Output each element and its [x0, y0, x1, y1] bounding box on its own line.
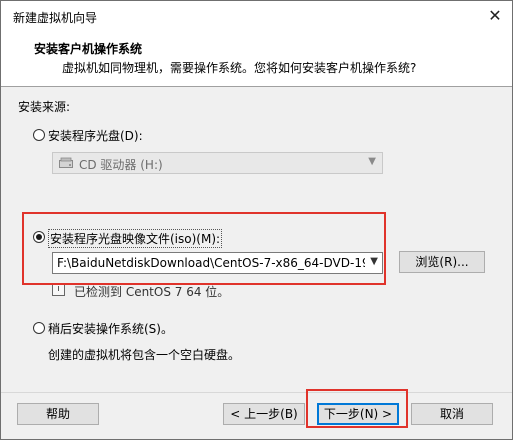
- close-icon[interactable]: ✕: [484, 5, 506, 27]
- wizard-header: 安装客户机操作系统 虚拟机如同物理机，需要操作系统。您将如何安装客户机操作系统?: [1, 32, 512, 87]
- radio-install-disc[interactable]: [33, 129, 45, 141]
- install-disc-label[interactable]: 安装程序光盘(D):: [48, 127, 143, 144]
- disc-drive-select: CD 驱动器 (H:) ▼: [52, 152, 383, 174]
- help-button[interactable]: 帮助: [17, 403, 99, 425]
- chevron-down-icon: ▼: [368, 156, 376, 167]
- cd-drive-icon: [59, 157, 73, 168]
- window-title: 新建虚拟机向导: [13, 11, 98, 25]
- disc-drive-value: CD 驱动器 (H:): [79, 158, 163, 172]
- highlight-box-iso: [22, 212, 386, 285]
- page-title: 安装客户机操作系统: [34, 42, 143, 56]
- highlight-box-next: [306, 389, 408, 428]
- page-subtitle: 虚拟机如同物理机，需要操作系统。您将如何安装客户机操作系统?: [62, 61, 417, 75]
- detected-os-text: 已检测到 CentOS 7 64 位。: [74, 285, 230, 299]
- title-bar: 新建虚拟机向导 ✕: [1, 1, 512, 32]
- back-button[interactable]: < 上一步(B): [223, 403, 305, 425]
- radio-install-later[interactable]: [33, 322, 45, 334]
- install-later-description: 创建的虚拟机将包含一个空白硬盘。: [48, 348, 241, 362]
- browse-button[interactable]: 浏览(R)...: [399, 251, 485, 273]
- cancel-button[interactable]: 取消: [411, 403, 493, 425]
- source-label: 安装来源:: [18, 100, 71, 114]
- footer-divider: [1, 392, 512, 393]
- install-later-label[interactable]: 稍后安装操作系统(S)。: [48, 320, 173, 337]
